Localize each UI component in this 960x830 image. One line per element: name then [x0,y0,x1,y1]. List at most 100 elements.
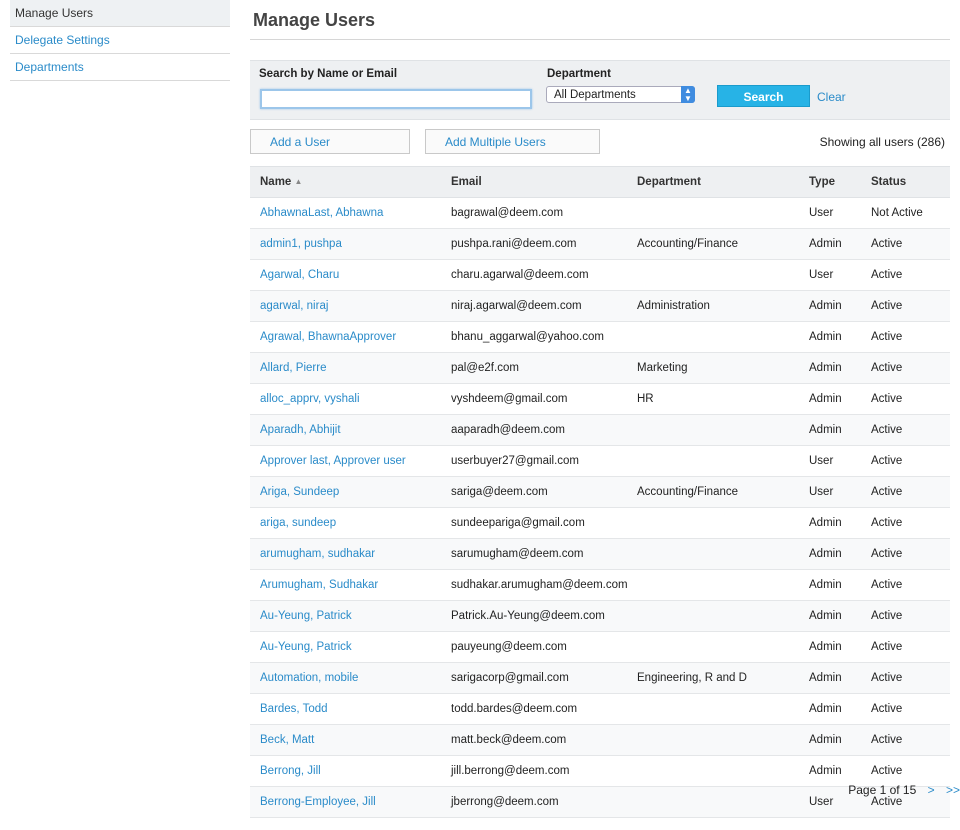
user-status: Active [870,662,950,694]
user-name-link[interactable]: Agarwal, Charu [250,259,450,291]
up-down-chevron-icon: ▲ ▼ [681,86,695,103]
user-name-link[interactable]: Bardes, Todd [250,693,450,725]
user-name-link[interactable]: Beck, Matt [250,724,450,756]
user-status: Active [870,352,950,384]
user-email: Patrick.Au-Yeung@deem.com [450,600,636,632]
user-status: Active [870,290,950,322]
last-page-link[interactable]: >> [946,783,960,797]
user-type: Admin [808,507,870,539]
clear-link[interactable]: Clear [817,90,846,104]
user-name-link[interactable]: alloc_apprv, vyshali [250,383,450,415]
user-type: Admin [808,321,870,353]
user-type: Admin [808,290,870,322]
add-user-button[interactable]: Add a User [250,129,410,154]
user-status: Active [870,755,950,787]
user-email: niraj.agarwal@deem.com [450,290,636,322]
user-type: Admin [808,600,870,632]
column-header-name-label: Name [260,176,292,188]
user-name-link[interactable]: Arumugham, Sudhakar [250,569,450,601]
user-name-link[interactable]: Aparadh, Abhijit [250,414,450,446]
search-name-label: Search by Name or Email [259,68,398,80]
user-type: Admin [808,755,870,787]
user-status: Active [870,631,950,663]
table-row: Automation, mobile sarigacorp@gmail.com En… [250,662,950,694]
page-title: Manage Users [250,0,950,40]
user-email: sarigacorp@gmail.com [450,662,636,694]
department-select[interactable]: All Departments ▲ ▼ [546,86,695,103]
user-name-link[interactable]: ariga, sundeep [250,507,450,539]
user-name-link[interactable]: Berrong, Jill [250,755,450,787]
user-email: userbuyer27@gmail.com [450,445,636,477]
user-department [636,600,808,632]
search-input[interactable] [260,89,532,109]
user-email: bhanu_aggarwal@yahoo.com [450,321,636,353]
user-status: Active [870,569,950,601]
user-type: Admin [808,538,870,570]
column-header-department: Department [636,166,808,198]
user-department [636,693,808,725]
user-type: Admin [808,631,870,663]
user-status: Active [870,538,950,570]
user-status: Active [870,476,950,508]
user-email: jill.berrong@deem.com [450,755,636,787]
user-department [636,569,808,601]
user-name-link[interactable]: arumugham, sudhakar [250,538,450,570]
user-email: aaparadh@deem.com [450,414,636,446]
user-department [636,755,808,787]
user-name-link[interactable]: Allard, Pierre [250,352,450,384]
user-name-link[interactable]: Berrong-Employee, Jill [250,786,450,818]
user-type: Admin [808,352,870,384]
user-department [636,197,808,229]
user-email: pushpa.rani@deem.com [450,228,636,260]
table-row: Agarwal, Charu charu.agarwal@deem.com User… [250,259,950,291]
table-row: agarwal, niraj niraj.agarwal@deem.com Admi… [250,290,950,322]
user-status: Active [870,724,950,756]
user-department [636,786,808,818]
next-page-link[interactable]: > [928,783,935,797]
user-type: User [808,476,870,508]
table-row: Berrong, Jill jill.berrong@deem.com Admin A… [250,755,950,787]
table-row: Bardes, Todd todd.bardes@deem.com Admin Act… [250,693,950,725]
table-row: admin1, pushpa pushpa.rani@deem.com Accoun… [250,228,950,260]
user-name-link[interactable]: admin1, pushpa [250,228,450,260]
user-department: HR [636,383,808,415]
user-department [636,724,808,756]
table-row: Berrong-Employee, Jill jberrong@deem.com U… [250,786,950,818]
user-name-link[interactable]: Au-Yeung, Patrick [250,600,450,632]
user-department [636,507,808,539]
user-type: User [808,445,870,477]
user-email: pal@e2f.com [450,352,636,384]
sidebar-item-delegate-settings[interactable]: Delegate Settings [10,27,230,54]
search-button[interactable]: Search [717,85,810,107]
user-email: jberrong@deem.com [450,786,636,818]
table-row: Au-Yeung, Patrick Patrick.Au-Yeung@deem.c… [250,600,950,632]
user-name-link[interactable]: Approver last, Approver user [250,445,450,477]
user-department: Accounting/Finance [636,228,808,260]
table-row: Approver last, Approver user userbuyer27@… [250,445,950,477]
sidebar-item-manage-users[interactable]: Manage Users [10,0,230,27]
user-name-link[interactable]: Automation, mobile [250,662,450,694]
user-type: Admin [808,662,870,694]
table-row: AbhawnaLast, Abhawna bagrawal@deem.com Use… [250,197,950,229]
column-header-name[interactable]: Name ▲ [250,166,450,198]
user-department: Engineering, R and D [636,662,808,694]
user-type: Admin [808,693,870,725]
user-status: Active [870,693,950,725]
user-type: Admin [808,569,870,601]
department-select-value: All Departments [554,89,636,101]
table-row: Au-Yeung, Patrick pauyeung@deem.com Admin A… [250,631,950,663]
user-name-link[interactable]: Au-Yeung, Patrick [250,631,450,663]
sidebar-item-departments[interactable]: Departments [10,54,230,81]
user-department [636,259,808,291]
column-header-type: Type [808,166,870,198]
user-name-link[interactable]: agarwal, niraj [250,290,450,322]
user-name-link[interactable]: Agrawal, BhawnaApprover [250,321,450,353]
user-name-link[interactable]: AbhawnaLast, Abhawna [250,197,450,229]
add-multiple-users-button[interactable]: Add Multiple Users [425,129,600,154]
table-row: Beck, Matt matt.beck@deem.com Admin Active [250,724,950,756]
user-department: Administration [636,290,808,322]
user-type: Admin [808,724,870,756]
user-name-link[interactable]: Ariga, Sundeep [250,476,450,508]
user-department: Accounting/Finance [636,476,808,508]
department-label: Department [547,68,611,80]
